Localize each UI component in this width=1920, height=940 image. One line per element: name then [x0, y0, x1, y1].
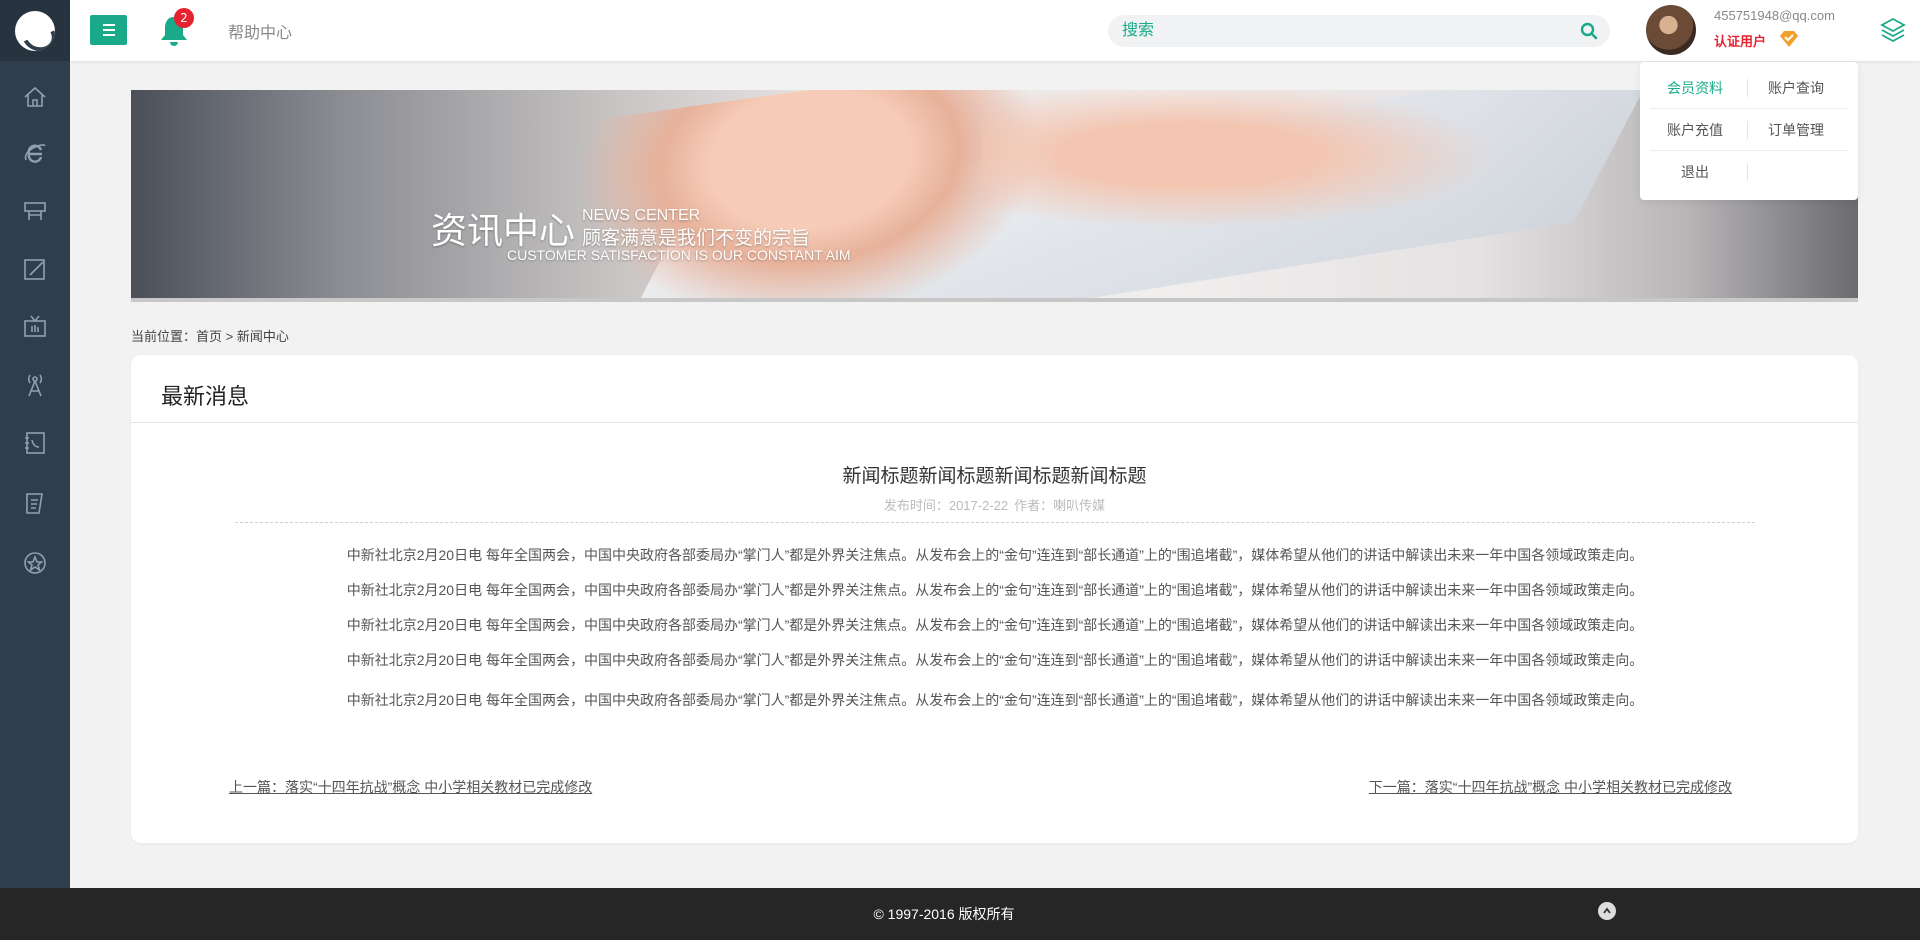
diamond-icon [1780, 31, 1798, 47]
banner-subtitle: 顾客满意是我们不变的宗旨 [582, 228, 811, 249]
phone-book-icon[interactable] [22, 430, 48, 456]
menu-divider [1747, 163, 1748, 181]
star-icon[interactable] [22, 550, 48, 576]
avatar[interactable] [1646, 5, 1696, 55]
article-paragraph: 中新社北京2月20日电 每年全国两会，中国中央政府各部委局办“掌门人”都是外界关… [346, 547, 1644, 563]
layers-icon[interactable] [1879, 16, 1907, 44]
article-paragraph: 中新社北京2月20日电 每年全国两会，中国中央政府各部委局办“掌门人”都是外界关… [346, 582, 1644, 598]
back-to-top-button[interactable] [1598, 902, 1616, 920]
breadcrumb-current[interactable]: 新闻中心 [237, 329, 289, 344]
next-article-link[interactable]: 下一篇：落实“十四年抗战”概念 中小学相关教材已完成修改 [1369, 777, 1732, 797]
article-meta: 发布时间：2017-2-22 作者：喇叭传媒 [131, 495, 1858, 514]
menu-toggle-button[interactable] [90, 15, 127, 45]
sidebar [0, 0, 70, 888]
article-paragraph: 中新社北京2月20日电 每年全国两会，中国中央政府各部委局办“掌门人”都是外界关… [346, 617, 1644, 633]
publish-time: 发布时间：2017-2-22 [883, 498, 1009, 513]
search-box [1108, 15, 1610, 47]
breadcrumb-separator: > [225, 329, 234, 344]
document-icon[interactable] [22, 490, 48, 516]
menu-item-order-management[interactable]: 订单管理 [1746, 120, 1846, 140]
tv-icon[interactable] [22, 314, 48, 340]
menu-item-account-recharge[interactable]: 账户充值 [1645, 120, 1745, 140]
chevron-up-icon [1603, 907, 1611, 914]
menu-divider [1650, 108, 1848, 109]
user-status: 认证用户 [1714, 34, 1767, 49]
banner-hand [981, 90, 1501, 230]
article-title: 新闻标题新闻标题新闻标题新闻标题 [842, 466, 1147, 487]
news-card: 最新消息 新闻标题新闻标题新闻标题新闻标题 发布时间：2017-2-22 作者：喇… [131, 355, 1858, 843]
help-center-link[interactable]: 帮助中心 [228, 19, 292, 43]
edit-icon[interactable] [22, 256, 48, 282]
search-input[interactable] [1108, 15, 1610, 47]
footer: © 1997-2016 版权所有 [0, 888, 1920, 940]
signboard-icon[interactable] [22, 198, 48, 224]
logo[interactable] [0, 0, 70, 61]
breadcrumb-prefix: 当前位置： [131, 329, 197, 344]
menu-item-member-profile[interactable]: 会员资料 [1645, 78, 1745, 98]
news-center-banner: 资讯中心 NEWS CENTER 顾客满意是我们不变的宗旨 CUSTOMER S… [131, 90, 1858, 302]
menu-item-logout[interactable]: 退出 [1645, 162, 1745, 182]
breadcrumb: 当前位置：首页 > 新闻中心 [131, 326, 289, 345]
notification-badge: 2 [174, 8, 194, 28]
top-bar: 2 帮助中心 455751948@qq.com 认证用户 [70, 0, 1920, 61]
breadcrumb-home-link[interactable]: 首页 [196, 329, 222, 344]
card-header [131, 355, 1858, 423]
menu-divider [1650, 150, 1848, 151]
user-email: 455751948@qq.com [1714, 8, 1835, 23]
article-author: 作者：喇叭传媒 [1014, 498, 1106, 513]
logo-icon [15, 10, 55, 51]
article-paragraph: 中新社北京2月20日电 每年全国两会，中国中央政府各部委局办“掌门人”都是外界关… [346, 692, 1644, 708]
user-dropdown-menu: 会员资料 账户查询 账户充值 订单管理 退出 [1640, 62, 1858, 200]
previous-article-link[interactable]: 上一篇：落实“十四年抗战”概念 中小学相关教材已完成修改 [229, 777, 592, 797]
card-title: 最新消息 [161, 384, 250, 409]
home-icon[interactable] [22, 84, 48, 110]
banner-slogan: CUSTOMER SATISFACTION IS OUR CONSTANT AI… [507, 247, 851, 263]
search-icon[interactable] [1580, 22, 1598, 40]
menu-item-account-query[interactable]: 账户查询 [1746, 78, 1846, 98]
article-paragraph: 中新社北京2月20日电 每年全国两会，中国中央政府各部委局办“掌门人”都是外界关… [346, 652, 1644, 668]
divider [235, 522, 1755, 523]
antenna-icon[interactable] [22, 372, 48, 398]
ie-icon[interactable] [22, 140, 48, 166]
